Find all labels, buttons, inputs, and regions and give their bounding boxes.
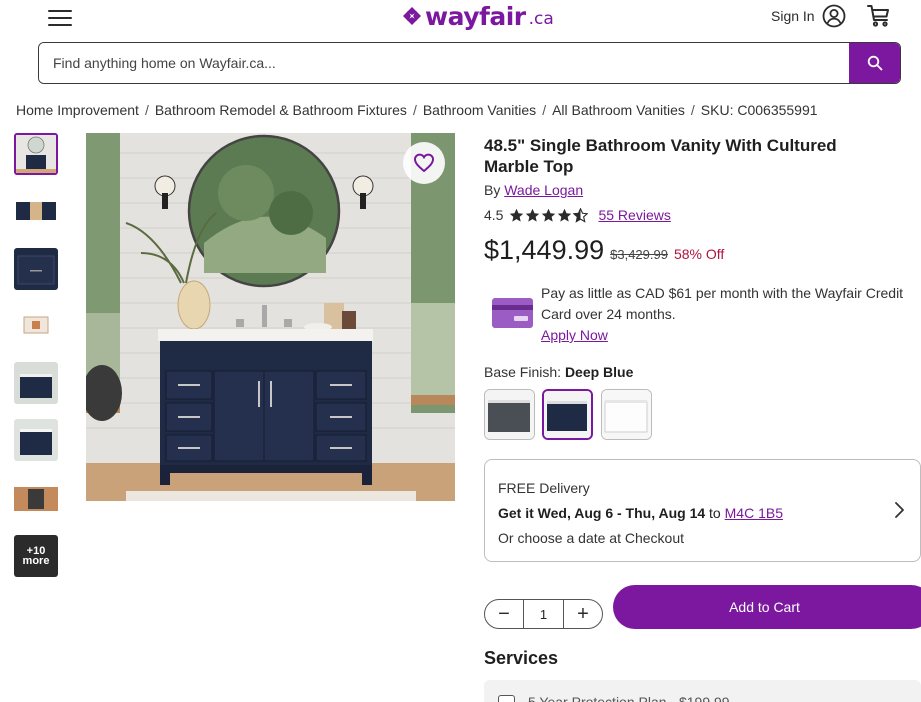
gallery-thumbnail-3[interactable] <box>14 248 58 290</box>
breadcrumb-separator: / <box>690 102 695 118</box>
logo-suffix: .ca <box>528 9 554 29</box>
product-brand: By Wade Logan <box>484 182 583 198</box>
finish-swatch-gray[interactable] <box>484 389 535 440</box>
breadcrumb-all-bathroom-vanities[interactable]: All Bathroom Vanities <box>552 102 685 118</box>
star-half-icon <box>573 207 589 223</box>
breadcrumb: Home Improvement / Bathroom Remodel & Ba… <box>16 102 818 118</box>
breadcrumb-separator: / <box>412 102 417 118</box>
delivery-dates: Get it Wed, Aug 6 - Thu, Aug 14 <box>498 505 706 521</box>
breadcrumb-bathroom-remodel[interactable]: Bathroom Remodel & Bathroom Fixtures <box>155 102 407 118</box>
rating-row: 4.5 55 Reviews <box>484 207 671 223</box>
sign-in-label: Sign In <box>771 8 815 24</box>
search-button[interactable] <box>849 43 900 83</box>
sale-price: $1,449.99 <box>484 235 605 265</box>
brand-prefix: By <box>484 182 501 198</box>
service-option-label: 5 Year Protection Plan - $199.99 <box>528 694 730 702</box>
gallery-more-button[interactable]: +10 more <box>14 535 58 577</box>
delivery-checkout-note: Or choose a date at Checkout <box>498 530 684 546</box>
search-icon <box>867 55 882 71</box>
add-to-cart-button[interactable]: Add to Cart <box>613 585 921 629</box>
finish-swatch-deep-blue[interactable] <box>542 389 593 440</box>
rating-stars <box>509 207 589 223</box>
delivery-zip-link[interactable]: M4C 1B5 <box>725 505 783 521</box>
discount-badge: 58% Off <box>673 246 725 262</box>
search-bar <box>38 42 901 84</box>
original-price: $3,429.99 <box>610 247 668 262</box>
search-input[interactable] <box>39 43 849 83</box>
finish-selected: Deep Blue <box>564 364 634 380</box>
gallery-thumbnail-7[interactable] <box>14 477 58 519</box>
services-heading: Services <box>484 648 559 668</box>
financing-text: Pay as little as CAD $61 per month with … <box>541 285 904 322</box>
rating-value: 4.5 <box>484 207 504 223</box>
delivery-free-label: FREE Delivery <box>498 480 590 496</box>
star-full-icon <box>558 208 572 222</box>
product-title: 48.5" Single Bathroom Vanity With Cultur… <box>484 136 837 176</box>
logo-wordmark: wayfair <box>425 1 526 31</box>
reviews-link[interactable]: 55 Reviews <box>598 207 670 223</box>
heart-icon <box>413 153 435 173</box>
favorite-button[interactable] <box>403 142 445 184</box>
base-finish-label: Base Finish: Deep Blue <box>484 364 633 380</box>
service-checkbox[interactable] <box>498 695 515 702</box>
quantity-decrease-button[interactable]: − <box>485 600 523 628</box>
gallery-more-label: more <box>22 555 50 567</box>
shopping-cart-icon[interactable] <box>866 3 891 28</box>
star-full-icon <box>510 208 524 222</box>
quantity-stepper: − 1 + <box>484 599 603 629</box>
breadcrumb-sku: SKU: C006355991 <box>700 102 818 118</box>
gallery-thumbnail-2[interactable] <box>14 190 58 232</box>
price-row: $1,449.99 $3,429.99 58% Off <box>484 235 724 266</box>
breadcrumb-bathroom-vanities[interactable]: Bathroom Vanities <box>423 102 536 118</box>
wayfair-logo-mark-icon <box>403 7 421 25</box>
gallery-thumbnail-4[interactable] <box>14 305 58 347</box>
credit-card-icon <box>492 298 533 328</box>
gallery-thumbnail-5[interactable] <box>14 362 58 404</box>
breadcrumb-separator: / <box>144 102 149 118</box>
chevron-right-icon[interactable] <box>892 500 908 520</box>
wayfair-logo[interactable]: wayfair .ca <box>402 1 554 31</box>
add-to-cart-label: Add to Cart <box>729 599 800 615</box>
apply-now-link[interactable]: Apply Now <box>541 327 608 343</box>
breadcrumb-separator: / <box>542 102 547 118</box>
main-product-image[interactable] <box>86 133 455 501</box>
user-circle-icon <box>822 4 845 28</box>
financing-offer: Pay as little as CAD $61 per month with … <box>541 283 921 346</box>
gallery-thumbnail-1[interactable] <box>14 133 58 175</box>
breadcrumb-home-improvement[interactable]: Home Improvement <box>16 102 139 118</box>
star-full-icon <box>542 208 556 222</box>
finish-label: Base Finish: <box>484 364 562 380</box>
brand-link[interactable]: Wade Logan <box>504 182 583 198</box>
gallery-thumbnail-6[interactable] <box>14 419 58 461</box>
hamburger-menu-icon[interactable] <box>48 6 72 26</box>
quantity-value[interactable]: 1 <box>523 600 564 628</box>
delivery-to: to <box>709 505 721 521</box>
quantity-increase-button[interactable]: + <box>564 600 602 628</box>
sign-in-button[interactable]: Sign In <box>771 4 846 28</box>
finish-swatch-white[interactable] <box>601 389 652 440</box>
delivery-estimate: Get it Wed, Aug 6 - Thu, Aug 14 to M4C 1… <box>498 505 783 521</box>
star-full-icon <box>526 208 540 222</box>
